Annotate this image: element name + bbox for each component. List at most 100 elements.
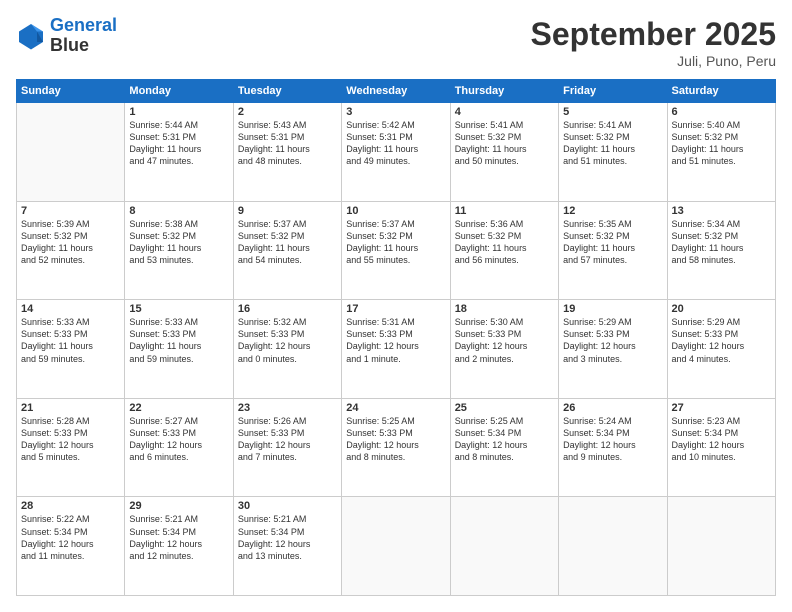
page: General Blue September 2025 Juli, Puno, …: [0, 0, 792, 612]
day-number: 26: [563, 402, 662, 414]
day-info: Sunrise: 5:41 AMSunset: 5:32 PMDaylight:…: [563, 119, 662, 168]
day-number: 1: [129, 106, 228, 118]
day-info: Sunrise: 5:33 AMSunset: 5:33 PMDaylight:…: [21, 316, 120, 365]
logo-line1: General: [50, 15, 117, 35]
table-row: [450, 497, 558, 596]
header-thursday: Thursday: [450, 80, 558, 103]
header-row: Sunday Monday Tuesday Wednesday Thursday…: [17, 80, 776, 103]
table-row: 22Sunrise: 5:27 AMSunset: 5:33 PMDayligh…: [125, 398, 233, 497]
table-row: 24Sunrise: 5:25 AMSunset: 5:33 PMDayligh…: [342, 398, 450, 497]
day-info: Sunrise: 5:30 AMSunset: 5:33 PMDaylight:…: [455, 316, 554, 365]
day-number: 6: [672, 106, 771, 118]
day-number: 11: [455, 205, 554, 217]
day-number: 18: [455, 303, 554, 315]
table-row: 14Sunrise: 5:33 AMSunset: 5:33 PMDayligh…: [17, 300, 125, 399]
table-row: 8Sunrise: 5:38 AMSunset: 5:32 PMDaylight…: [125, 201, 233, 300]
title-block: September 2025 Juli, Puno, Peru: [531, 16, 776, 69]
day-number: 16: [238, 303, 337, 315]
table-row: 30Sunrise: 5:21 AMSunset: 5:34 PMDayligh…: [233, 497, 341, 596]
day-info: Sunrise: 5:37 AMSunset: 5:32 PMDaylight:…: [346, 218, 445, 267]
day-info: Sunrise: 5:39 AMSunset: 5:32 PMDaylight:…: [21, 218, 120, 267]
table-row: 28Sunrise: 5:22 AMSunset: 5:34 PMDayligh…: [17, 497, 125, 596]
day-info: Sunrise: 5:26 AMSunset: 5:33 PMDaylight:…: [238, 415, 337, 464]
table-row: 26Sunrise: 5:24 AMSunset: 5:34 PMDayligh…: [559, 398, 667, 497]
table-row: 5Sunrise: 5:41 AMSunset: 5:32 PMDaylight…: [559, 103, 667, 202]
calendar-week-row: 1Sunrise: 5:44 AMSunset: 5:31 PMDaylight…: [17, 103, 776, 202]
header-saturday: Saturday: [667, 80, 775, 103]
calendar-week-row: 21Sunrise: 5:28 AMSunset: 5:33 PMDayligh…: [17, 398, 776, 497]
day-number: 23: [238, 402, 337, 414]
calendar-week-row: 14Sunrise: 5:33 AMSunset: 5:33 PMDayligh…: [17, 300, 776, 399]
day-number: 10: [346, 205, 445, 217]
day-number: 20: [672, 303, 771, 315]
day-number: 8: [129, 205, 228, 217]
table-row: 12Sunrise: 5:35 AMSunset: 5:32 PMDayligh…: [559, 201, 667, 300]
header-wednesday: Wednesday: [342, 80, 450, 103]
table-row: 1Sunrise: 5:44 AMSunset: 5:31 PMDaylight…: [125, 103, 233, 202]
day-info: Sunrise: 5:21 AMSunset: 5:34 PMDaylight:…: [129, 513, 228, 562]
day-number: 25: [455, 402, 554, 414]
logo-icon: [16, 21, 46, 51]
table-row: [667, 497, 775, 596]
day-number: 22: [129, 402, 228, 414]
table-row: 7Sunrise: 5:39 AMSunset: 5:32 PMDaylight…: [17, 201, 125, 300]
header: General Blue September 2025 Juli, Puno, …: [16, 16, 776, 69]
table-row: 29Sunrise: 5:21 AMSunset: 5:34 PMDayligh…: [125, 497, 233, 596]
day-info: Sunrise: 5:33 AMSunset: 5:33 PMDaylight:…: [129, 316, 228, 365]
table-row: 23Sunrise: 5:26 AMSunset: 5:33 PMDayligh…: [233, 398, 341, 497]
table-row: 4Sunrise: 5:41 AMSunset: 5:32 PMDaylight…: [450, 103, 558, 202]
day-info: Sunrise: 5:22 AMSunset: 5:34 PMDaylight:…: [21, 513, 120, 562]
day-number: 15: [129, 303, 228, 315]
table-row: [342, 497, 450, 596]
day-number: 14: [21, 303, 120, 315]
day-number: 28: [21, 500, 120, 512]
calendar-header: Sunday Monday Tuesday Wednesday Thursday…: [17, 80, 776, 103]
day-info: Sunrise: 5:25 AMSunset: 5:33 PMDaylight:…: [346, 415, 445, 464]
table-row: 2Sunrise: 5:43 AMSunset: 5:31 PMDaylight…: [233, 103, 341, 202]
header-monday: Monday: [125, 80, 233, 103]
table-row: 16Sunrise: 5:32 AMSunset: 5:33 PMDayligh…: [233, 300, 341, 399]
day-info: Sunrise: 5:29 AMSunset: 5:33 PMDaylight:…: [563, 316, 662, 365]
day-info: Sunrise: 5:24 AMSunset: 5:34 PMDaylight:…: [563, 415, 662, 464]
table-row: 21Sunrise: 5:28 AMSunset: 5:33 PMDayligh…: [17, 398, 125, 497]
day-info: Sunrise: 5:36 AMSunset: 5:32 PMDaylight:…: [455, 218, 554, 267]
day-info: Sunrise: 5:27 AMSunset: 5:33 PMDaylight:…: [129, 415, 228, 464]
table-row: [559, 497, 667, 596]
day-number: 13: [672, 205, 771, 217]
day-number: 4: [455, 106, 554, 118]
day-info: Sunrise: 5:40 AMSunset: 5:32 PMDaylight:…: [672, 119, 771, 168]
table-row: [17, 103, 125, 202]
day-info: Sunrise: 5:35 AMSunset: 5:32 PMDaylight:…: [563, 218, 662, 267]
calendar-table: Sunday Monday Tuesday Wednesday Thursday…: [16, 79, 776, 596]
header-friday: Friday: [559, 80, 667, 103]
table-row: 3Sunrise: 5:42 AMSunset: 5:31 PMDaylight…: [342, 103, 450, 202]
day-info: Sunrise: 5:34 AMSunset: 5:32 PMDaylight:…: [672, 218, 771, 267]
day-number: 3: [346, 106, 445, 118]
location: Juli, Puno, Peru: [531, 53, 776, 69]
day-number: 30: [238, 500, 337, 512]
day-info: Sunrise: 5:25 AMSunset: 5:34 PMDaylight:…: [455, 415, 554, 464]
day-info: Sunrise: 5:29 AMSunset: 5:33 PMDaylight:…: [672, 316, 771, 365]
header-sunday: Sunday: [17, 80, 125, 103]
day-number: 29: [129, 500, 228, 512]
table-row: 19Sunrise: 5:29 AMSunset: 5:33 PMDayligh…: [559, 300, 667, 399]
day-info: Sunrise: 5:38 AMSunset: 5:32 PMDaylight:…: [129, 218, 228, 267]
calendar-body: 1Sunrise: 5:44 AMSunset: 5:31 PMDaylight…: [17, 103, 776, 596]
day-number: 24: [346, 402, 445, 414]
table-row: 20Sunrise: 5:29 AMSunset: 5:33 PMDayligh…: [667, 300, 775, 399]
calendar-week-row: 7Sunrise: 5:39 AMSunset: 5:32 PMDaylight…: [17, 201, 776, 300]
day-info: Sunrise: 5:28 AMSunset: 5:33 PMDaylight:…: [21, 415, 120, 464]
day-number: 9: [238, 205, 337, 217]
day-info: Sunrise: 5:44 AMSunset: 5:31 PMDaylight:…: [129, 119, 228, 168]
day-info: Sunrise: 5:42 AMSunset: 5:31 PMDaylight:…: [346, 119, 445, 168]
calendar-week-row: 28Sunrise: 5:22 AMSunset: 5:34 PMDayligh…: [17, 497, 776, 596]
table-row: 13Sunrise: 5:34 AMSunset: 5:32 PMDayligh…: [667, 201, 775, 300]
month-title: September 2025: [531, 16, 776, 53]
day-number: 2: [238, 106, 337, 118]
logo-text: General Blue: [50, 16, 117, 56]
day-info: Sunrise: 5:43 AMSunset: 5:31 PMDaylight:…: [238, 119, 337, 168]
day-info: Sunrise: 5:41 AMSunset: 5:32 PMDaylight:…: [455, 119, 554, 168]
day-number: 12: [563, 205, 662, 217]
table-row: 18Sunrise: 5:30 AMSunset: 5:33 PMDayligh…: [450, 300, 558, 399]
table-row: 25Sunrise: 5:25 AMSunset: 5:34 PMDayligh…: [450, 398, 558, 497]
